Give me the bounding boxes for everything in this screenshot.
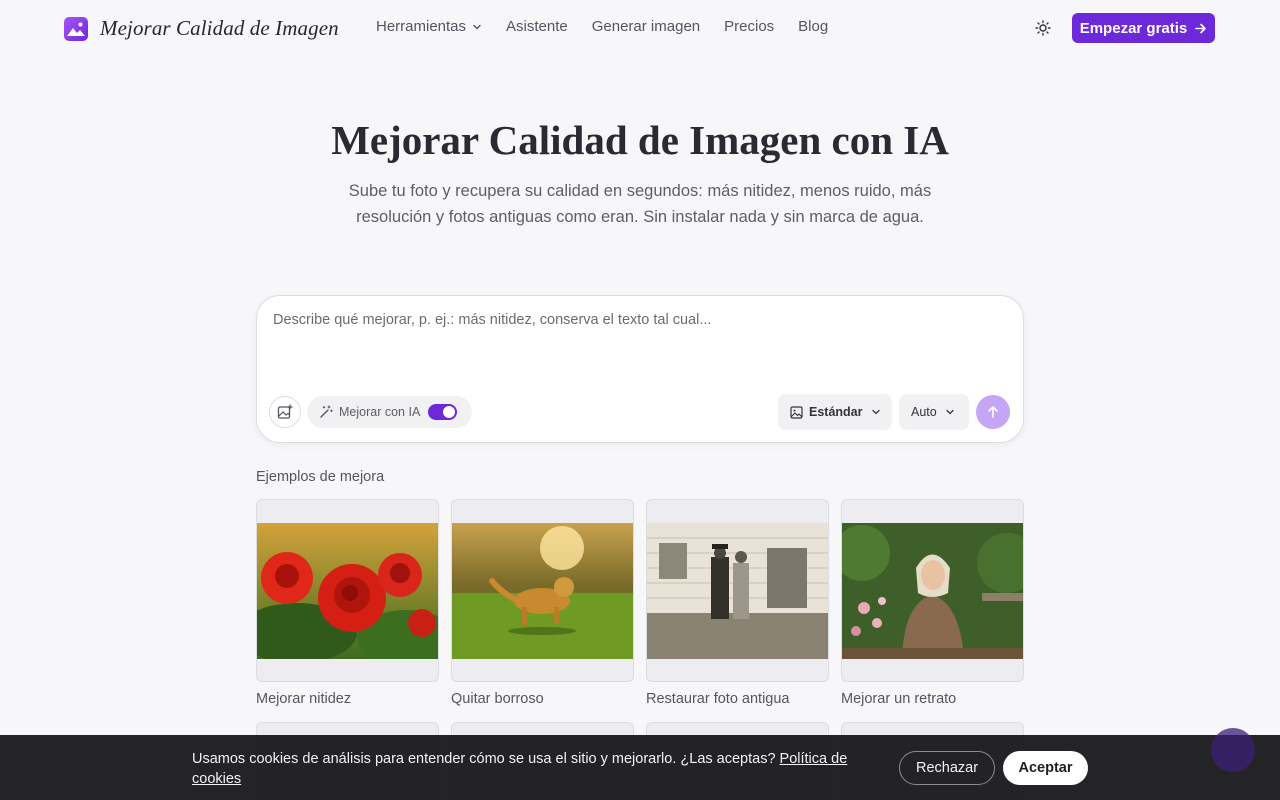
dog-photo-icon — [452, 523, 633, 659]
upload-image-button[interactable] — [269, 396, 301, 428]
switch-knob — [443, 406, 456, 418]
example-card-portrait[interactable] — [841, 499, 1024, 682]
image-logo-icon — [64, 16, 88, 41]
enhance-ai-switch[interactable] — [428, 404, 458, 420]
quality-select[interactable]: Estándar — [778, 394, 892, 430]
enhance-ai-toggle[interactable]: Mejorar con IA — [307, 396, 472, 428]
nav-tools-dropdown[interactable]: Herramientas — [376, 18, 482, 35]
chevron-down-icon — [946, 409, 954, 415]
page-title: Mejorar Calidad de Imagen con IA — [331, 117, 949, 163]
chevron-down-icon — [473, 24, 481, 29]
image-icon — [790, 405, 803, 419]
example-label-portrait: Mejorar un retrato — [841, 691, 957, 707]
example-card-sharpen[interactable] — [256, 499, 439, 682]
arrow-right-icon — [1195, 23, 1207, 33]
example-card-deblur[interactable] — [451, 499, 634, 682]
image-add-icon — [277, 404, 293, 419]
mode-value: Auto — [911, 405, 937, 419]
page-subtitle: Sube tu foto y recupera su calidad en se… — [348, 182, 932, 226]
old-couple-photo-icon — [647, 523, 828, 659]
brand-logo[interactable]: Mejorar Calidad de Imagen — [64, 16, 339, 41]
top-nav: Mejorar Calidad de Imagen Herramientas A… — [0, 0, 1280, 56]
arrow-up-icon — [988, 406, 998, 418]
prompt-box: Mejorar con IA Estándar Auto — [256, 295, 1024, 443]
nav-assistant[interactable]: Asistente — [506, 18, 568, 35]
enhance-ai-label: Mejorar con IA — [339, 405, 421, 419]
start-free-label: Empezar gratis — [1079, 19, 1188, 37]
help-chat-button[interactable] — [1211, 728, 1255, 772]
nav-links: Herramientas Asistente Generar imagen Pr… — [376, 18, 852, 35]
magic-wand-icon — [320, 405, 333, 418]
nav-generate[interactable]: Generar imagen — [592, 18, 700, 35]
cookie-text: Usamos cookies de análisis para entender… — [192, 751, 776, 767]
example-label-sharpen: Mejorar nitidez — [256, 691, 352, 707]
portrait-photo-icon — [842, 523, 1023, 659]
prompt-input[interactable] — [273, 312, 993, 372]
examples-heading: Ejemplos de mejora — [256, 469, 385, 485]
reject-cookies-button[interactable]: Rechazar — [899, 751, 995, 785]
start-free-button[interactable]: Empezar gratis — [1072, 13, 1215, 43]
example-label-deblur: Quitar borroso — [451, 691, 544, 707]
nav-blog[interactable]: Blog — [798, 18, 828, 35]
accept-cookies-button[interactable]: Aceptar — [1003, 751, 1088, 785]
example-label-restore: Restaurar foto antigua — [646, 691, 790, 707]
brand-name: Mejorar Calidad de Imagen — [100, 16, 339, 40]
theme-toggle-button[interactable] — [1032, 17, 1054, 39]
sun-icon — [1035, 20, 1051, 36]
roses-photo-icon — [257, 523, 438, 659]
chevron-down-icon — [871, 409, 880, 415]
quality-value: Estándar — [809, 405, 863, 419]
mode-select[interactable]: Auto — [899, 394, 969, 430]
cookie-message: Usamos cookies de análisis para entender… — [192, 749, 872, 789]
nav-pricing[interactable]: Precios — [724, 18, 774, 35]
submit-button[interactable] — [976, 395, 1010, 429]
example-card-restore[interactable] — [646, 499, 829, 682]
nav-tools-label: Herramientas — [376, 18, 467, 35]
cookie-banner: Usamos cookies de análisis para entender… — [0, 735, 1280, 800]
